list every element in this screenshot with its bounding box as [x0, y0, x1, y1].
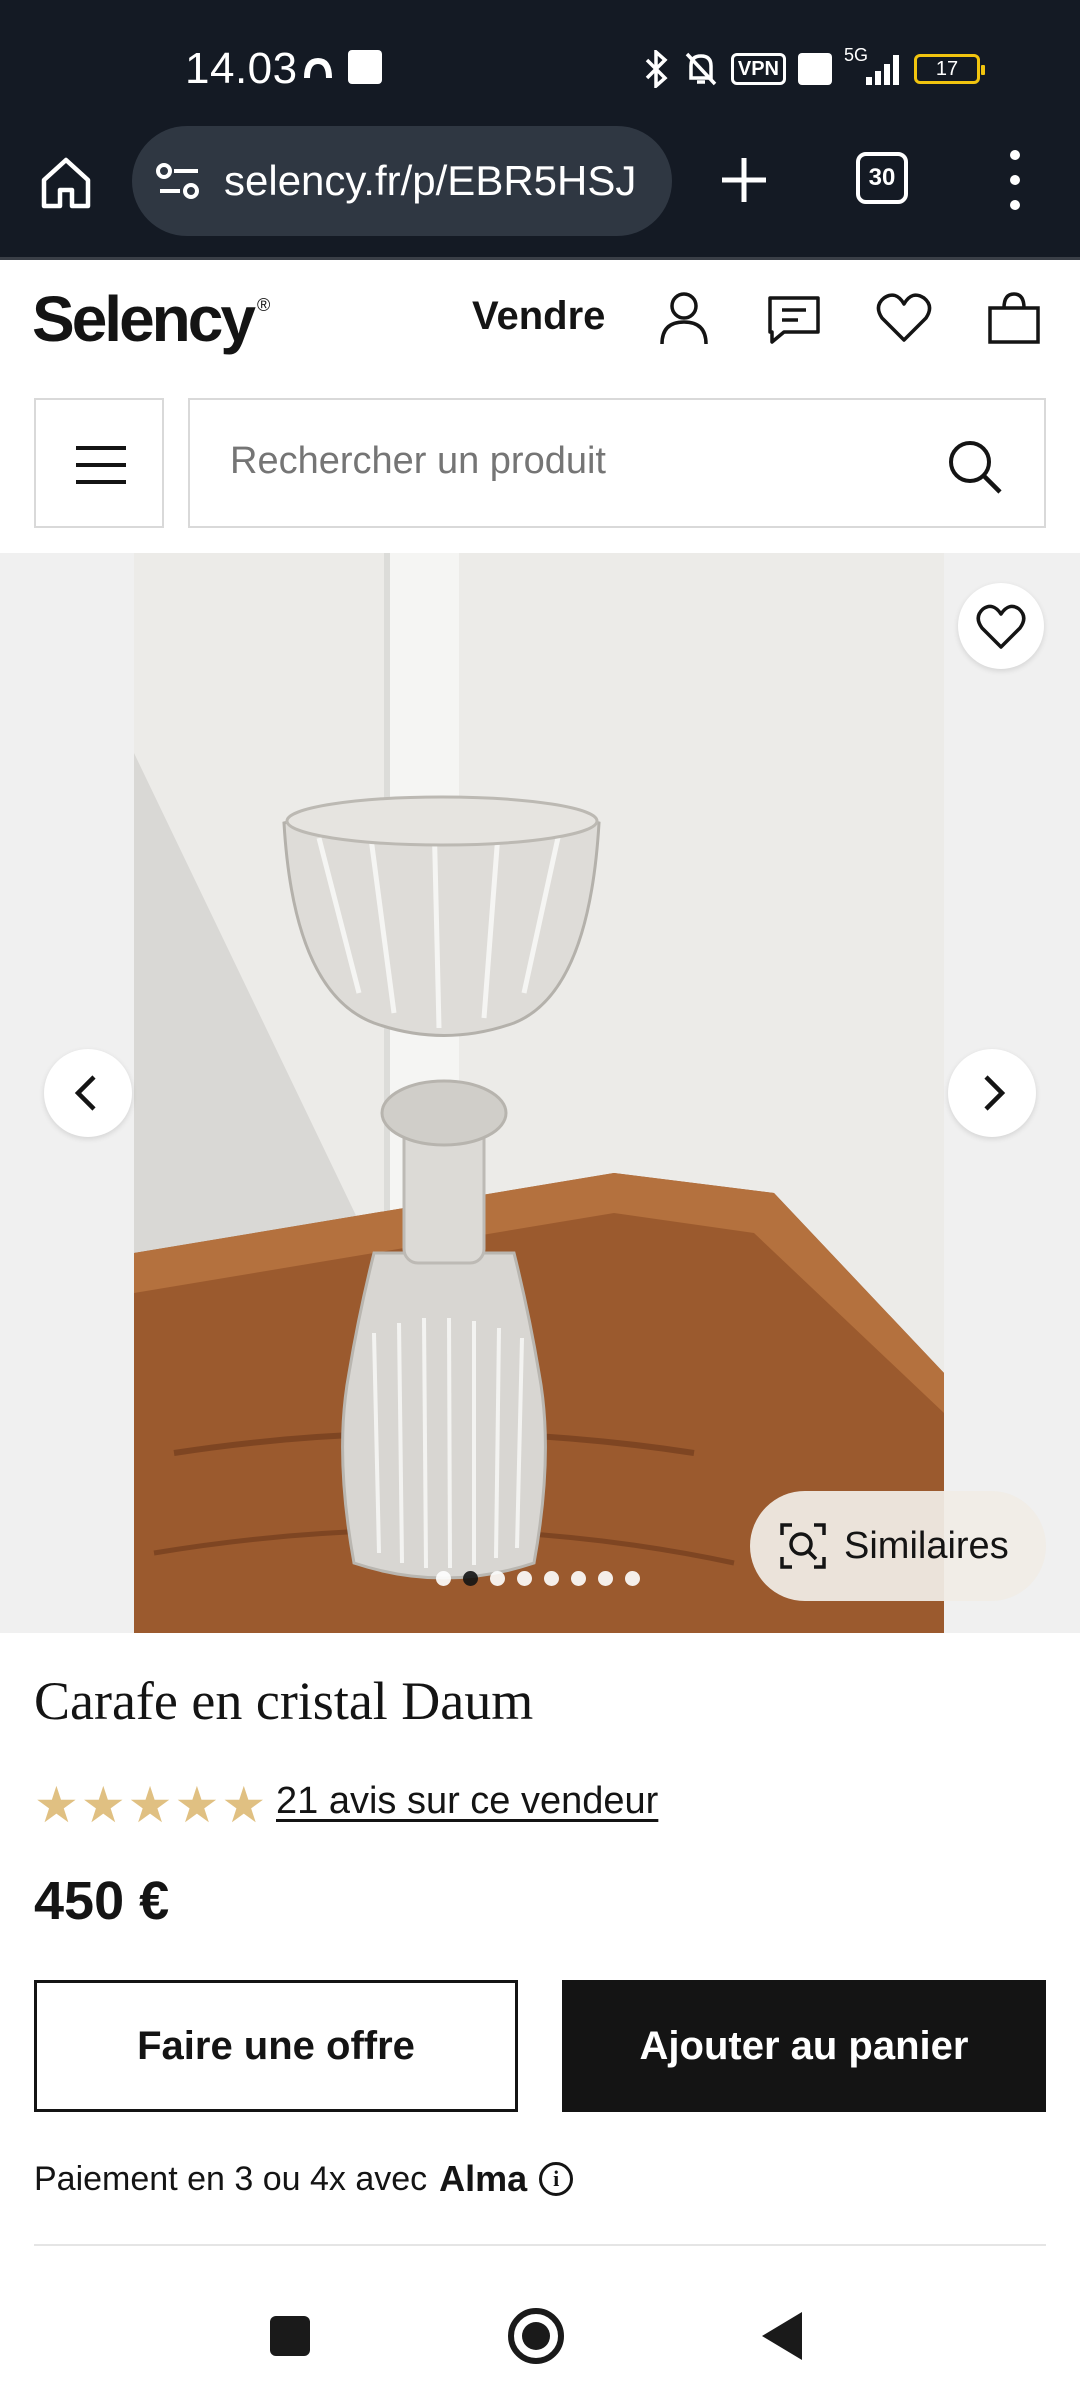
bluetooth-icon [645, 50, 668, 88]
star-icon: ★ [221, 1777, 267, 1833]
add-to-cart-button[interactable]: Ajouter au panier [562, 1980, 1046, 2112]
battery-level: 17 [935, 58, 959, 80]
status-right-icons: VPN 5G 17 [641, 45, 985, 88]
product-photo[interactable] [134, 553, 944, 1633]
pagination-dot[interactable] [436, 1571, 451, 1586]
next-image-button[interactable] [948, 1049, 1036, 1137]
product-price: 450 € [34, 1871, 170, 1931]
chevron-right-icon [984, 1075, 1006, 1111]
square-icon [348, 50, 382, 84]
menu-line [76, 463, 126, 467]
url-bar[interactable]: selency.fr/p/EBR5HSJ [132, 126, 672, 236]
star-icon: ★ [174, 1777, 220, 1833]
new-tab-icon[interactable] [716, 152, 772, 208]
star-icon: ★ [34, 1777, 79, 1833]
cart-icon[interactable] [984, 288, 1044, 348]
search-input[interactable] [230, 440, 910, 483]
similar-items-label: Similaires [844, 1524, 1009, 1567]
bell-off-icon [685, 52, 717, 86]
pagination-dot[interactable] [490, 1571, 505, 1586]
5g-signal-icon: 5G [844, 45, 902, 87]
pagination-dot[interactable] [571, 1571, 586, 1586]
back-icon[interactable] [762, 2312, 802, 2360]
search-icon[interactable] [944, 436, 1004, 496]
alma-logo: Alma [439, 2158, 528, 2199]
divider [34, 2244, 1046, 2246]
more-icon[interactable] [1000, 150, 1030, 210]
star-icon: ★ [127, 1777, 173, 1833]
messages-icon[interactable] [764, 288, 824, 348]
home-circle-icon[interactable] [508, 2308, 564, 2364]
product-gallery[interactable]: Similaires [0, 553, 1080, 1633]
status-left-icons [300, 50, 382, 84]
vpn-icon: VPN [730, 53, 786, 85]
product-title: Carafe en cristal Daum [34, 1671, 534, 1731]
pagination-dot[interactable] [463, 1571, 478, 1586]
system-nav-bar [0, 2270, 1080, 2400]
recents-icon[interactable] [270, 2316, 310, 2356]
tabs-icon[interactable]: 30 [856, 152, 908, 204]
pagination-dot[interactable] [598, 1571, 613, 1586]
heart-icon [976, 604, 1026, 649]
payment-text: Paiement en 3 ou 4x avec [34, 2159, 428, 2198]
menu-button[interactable] [34, 398, 164, 528]
chevron-left-icon [74, 1075, 96, 1111]
info-icon[interactable]: i [539, 2162, 574, 2196]
rating-stars: ★ ★ ★ ★ ★ [34, 1780, 266, 1830]
status-time: 14.03 [185, 44, 298, 93]
site-header: Selency ® Vendre [0, 262, 1080, 374]
previous-image-button[interactable] [44, 1049, 132, 1137]
logo-text: Selency [32, 283, 256, 355]
cloud-icon [304, 58, 332, 78]
site-logo[interactable]: Selency ® [32, 282, 270, 356]
url-text: selency.fr/p/EBR5HSJ [224, 157, 637, 204]
search-box [188, 398, 1046, 528]
favorite-button[interactable] [958, 583, 1044, 669]
volte-icon [798, 53, 832, 85]
favorites-icon[interactable] [874, 288, 934, 348]
menu-line [76, 480, 126, 484]
payment-info: Paiement en 3 ou 4x avec Alma i [34, 2158, 574, 2200]
pagination-dot[interactable] [517, 1571, 532, 1586]
pagination-dot[interactable] [625, 1571, 640, 1586]
status-bar: 14.03 VPN 5G 17 [0, 0, 1080, 122]
seller-reviews-link[interactable]: 21 avis sur ce vendeur [276, 1780, 658, 1823]
logo-registered-mark: ® [256, 295, 271, 315]
menu-line [76, 446, 126, 450]
image-pagination[interactable] [436, 1571, 640, 1586]
browser-toolbar: selency.fr/p/EBR5HSJ 30 [0, 122, 1080, 260]
sell-link[interactable]: Vendre [472, 294, 605, 339]
star-icon: ★ [80, 1777, 126, 1833]
home-icon[interactable] [36, 152, 96, 212]
battery-icon: 17 [914, 54, 985, 84]
pagination-dot[interactable] [544, 1571, 559, 1586]
make-offer-button[interactable]: Faire une offre [34, 1980, 518, 2112]
account-icon[interactable] [654, 288, 714, 348]
similar-items-button[interactable]: Similaires [750, 1491, 1046, 1601]
visual-search-icon [780, 1523, 826, 1569]
site-settings-icon[interactable] [156, 161, 202, 201]
